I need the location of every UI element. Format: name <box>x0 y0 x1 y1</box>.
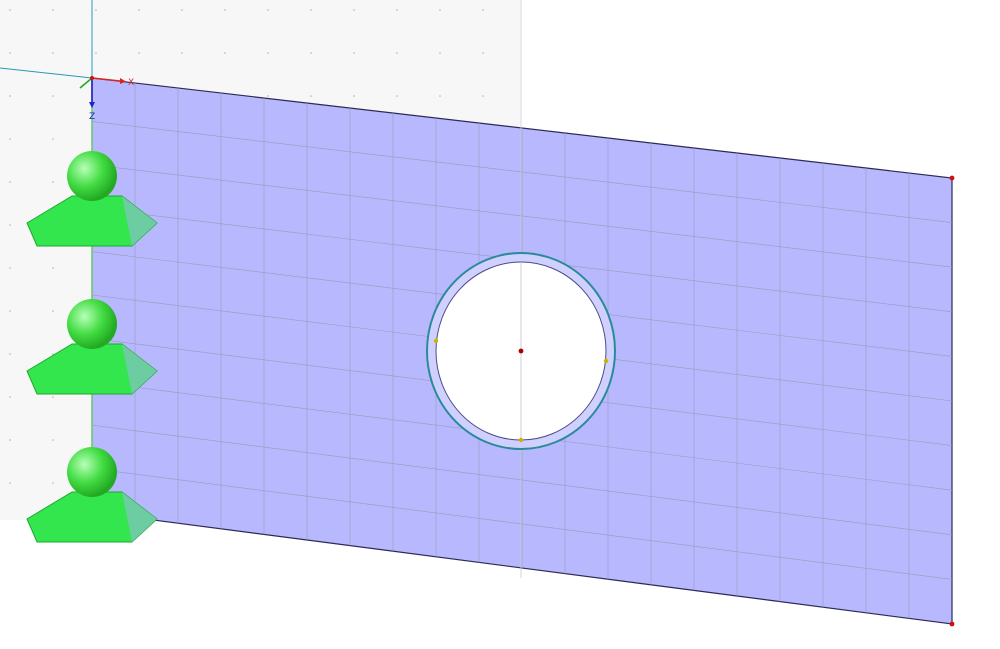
grid-dot <box>181 9 183 11</box>
grid-dot <box>396 9 398 11</box>
grid-dot <box>52 310 54 312</box>
opening-center-node[interactable] <box>518 348 524 354</box>
grid-dot <box>267 9 269 11</box>
grid-dot <box>9 224 11 226</box>
grid-dot <box>482 9 484 11</box>
viewport-canvas[interactable]: X Z <box>0 0 1000 649</box>
grid-dot <box>439 52 441 54</box>
grid-dot <box>353 95 355 97</box>
grid-dot <box>52 267 54 269</box>
grid-dot <box>181 52 183 54</box>
grid-dot <box>52 9 54 11</box>
corner-node-top-right[interactable] <box>949 175 955 181</box>
grid-dot <box>9 138 11 140</box>
grid-dot <box>9 52 11 54</box>
grid-dot <box>52 439 54 441</box>
grid-dot <box>9 396 11 398</box>
grid-dot <box>9 310 11 312</box>
grid-dot <box>439 9 441 11</box>
grid-dot <box>310 9 312 11</box>
grid-dot <box>95 52 97 54</box>
grid-dot <box>353 52 355 54</box>
grid-dot <box>224 9 226 11</box>
grid-dot <box>396 52 398 54</box>
opening-node-bottom[interactable] <box>518 437 524 443</box>
z-axis-label: Z <box>89 112 95 122</box>
grid-dot <box>482 95 484 97</box>
grid-dot <box>9 267 11 269</box>
grid-dot <box>439 95 441 97</box>
grid-dot <box>9 95 11 97</box>
grid-dot <box>52 52 54 54</box>
grid-dot <box>52 95 54 97</box>
grid-dot <box>310 52 312 54</box>
grid-dot <box>353 9 355 11</box>
grid-dot <box>138 52 140 54</box>
grid-dot <box>9 439 11 441</box>
origin-node <box>90 76 94 80</box>
support-ball <box>67 151 117 201</box>
opening-node-left[interactable] <box>433 338 439 344</box>
grid-dot <box>138 9 140 11</box>
grid-dot <box>9 9 11 11</box>
grid-dot <box>9 181 11 183</box>
model-viewport[interactable]: X Z <box>0 0 1000 649</box>
grid-dot <box>310 95 312 97</box>
grid-dot <box>52 482 54 484</box>
opening-node-right[interactable] <box>603 358 609 364</box>
grid-dot <box>9 353 11 355</box>
grid-dot <box>396 95 398 97</box>
grid-dot <box>52 181 54 183</box>
support-ball <box>67 447 117 497</box>
grid-dot <box>267 52 269 54</box>
grid-dot <box>52 396 54 398</box>
grid-dot <box>52 138 54 140</box>
grid-dot <box>224 52 226 54</box>
grid-dot <box>267 95 269 97</box>
grid-dot <box>9 482 11 484</box>
grid-dot <box>482 52 484 54</box>
grid-dot <box>95 9 97 11</box>
support-ball <box>67 299 117 349</box>
x-axis-label: X <box>128 78 134 88</box>
corner-node-bottom-right[interactable] <box>949 621 955 627</box>
